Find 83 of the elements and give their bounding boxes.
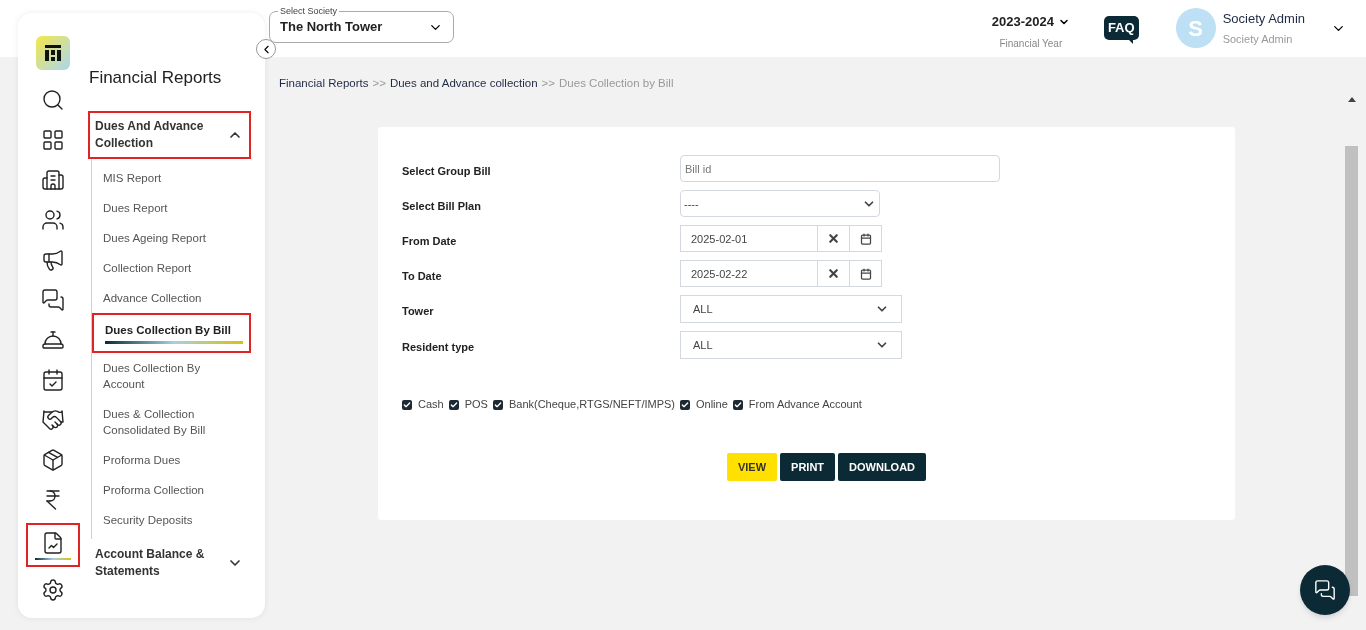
section-title: Financial Reports xyxy=(88,67,223,89)
date-field[interactable]: 2025-02-01 xyxy=(680,225,818,253)
chart-report-icon xyxy=(41,530,65,555)
user-name: Society Admin xyxy=(1222,10,1305,28)
chat-bubbles-icon xyxy=(1314,579,1336,601)
desk-bell-icon xyxy=(41,328,65,352)
settings-icon xyxy=(41,578,65,602)
checkbox-label: Bank(Cheque,RTGS/NEFT/IMPS) xyxy=(508,397,675,413)
checkbox-label: Online xyxy=(696,397,728,413)
bill-id-field[interactable]: Bill id xyxy=(680,155,1000,183)
logo-icon xyxy=(43,43,63,63)
breadcrumb-link[interactable]: Financial Reports xyxy=(279,75,369,93)
search-icon xyxy=(41,88,65,112)
nav-link[interactable]: Dues Ageing Report xyxy=(92,222,251,253)
nav-link[interactable]: Dues Collection By Bill xyxy=(92,312,251,353)
action-button[interactable]: DOWNLOAD xyxy=(838,452,927,481)
field-label: Resident type xyxy=(402,340,476,356)
dropdown-select[interactable]: ALL xyxy=(680,295,902,324)
megaphone-icon xyxy=(41,248,65,272)
nav-link[interactable]: MIS Report xyxy=(92,162,251,193)
collapse-button[interactable] xyxy=(256,39,276,59)
year-value[interactable]: 2023-2024 xyxy=(991,12,1054,32)
close-icon xyxy=(827,267,840,281)
date-field[interactable]: 2025-02-22 xyxy=(680,260,818,288)
chat-bubbles-icon xyxy=(41,288,65,312)
clear-button[interactable] xyxy=(818,225,850,253)
nav-link[interactable]: Security Deposits xyxy=(92,504,251,535)
handshake-icon xyxy=(41,408,65,432)
current-page-label: Dues Collection by Bill xyxy=(559,76,674,91)
field-label: Select Bill Plan xyxy=(402,199,482,215)
field-label: Tower xyxy=(402,304,435,320)
checkbox-label: POS xyxy=(464,397,488,413)
nav-group[interactable]: Account Balance & Statements xyxy=(88,538,251,587)
nav-link[interactable]: Proforma Dues xyxy=(92,444,251,475)
bill-plan-select[interactable]: ---- xyxy=(680,190,880,218)
scroll-up-arrow[interactable] xyxy=(1347,97,1356,102)
field-label: Select Group Bill xyxy=(402,164,492,180)
action-button[interactable]: PRINT xyxy=(780,452,836,481)
chat-button[interactable] xyxy=(1300,565,1350,615)
checkbox[interactable] xyxy=(402,399,412,410)
checkbox[interactable] xyxy=(492,399,503,410)
building-icon xyxy=(41,168,65,192)
check-icon xyxy=(403,400,411,409)
close-icon xyxy=(827,232,840,246)
field-label: From Date xyxy=(402,234,458,250)
calendar-button[interactable] xyxy=(850,225,882,253)
field-label: Select Society xyxy=(278,5,340,19)
check-icon xyxy=(733,400,742,409)
checkbox[interactable] xyxy=(680,399,690,410)
checkbox-label: Cash xyxy=(418,397,444,413)
nav-link[interactable]: Dues Collection By Account xyxy=(92,352,251,399)
grid-icon xyxy=(41,128,65,152)
dropdown-select[interactable]: ALL xyxy=(680,331,902,360)
calendar-icon xyxy=(859,232,872,245)
people-icon xyxy=(41,208,65,232)
rail-item[interactable] xyxy=(28,525,78,565)
checkbox[interactable] xyxy=(448,399,459,410)
clear-button[interactable] xyxy=(818,260,850,288)
check-icon xyxy=(449,400,458,409)
nav-link[interactable]: Dues & Collection Consolidated By Bill xyxy=(92,398,251,445)
scrollbar-thumb[interactable] xyxy=(1345,146,1358,596)
nav-link[interactable]: Collection Report xyxy=(92,252,251,283)
check-icon xyxy=(493,400,502,409)
breadcrumb-separator: >> xyxy=(541,76,556,91)
checkbox-label: From Advance Account xyxy=(748,397,862,413)
breadcrumb-link[interactable]: Dues and Advance collection xyxy=(389,75,538,93)
nav-link[interactable]: Dues Report xyxy=(92,192,251,223)
calendar-icon xyxy=(859,267,872,280)
nav-group[interactable]: Dues And Advance Collection xyxy=(88,110,251,159)
check-icon xyxy=(681,400,689,409)
app-logo[interactable] xyxy=(36,36,70,70)
field-label: To Date xyxy=(402,269,443,285)
user-role: Society Admin xyxy=(1222,31,1294,47)
year-caption: Financial Year xyxy=(999,36,1063,51)
active-underline xyxy=(35,557,71,560)
nav-link[interactable]: Proforma Collection xyxy=(92,474,251,505)
box-icon xyxy=(41,448,65,472)
nav-link[interactable]: Advance Collection xyxy=(92,282,251,313)
breadcrumb-separator: >> xyxy=(372,76,386,91)
calendar-button[interactable] xyxy=(850,260,882,288)
checkbox[interactable] xyxy=(732,399,743,410)
action-button[interactable]: VIEW xyxy=(726,452,778,481)
calendar-icon xyxy=(41,368,65,392)
